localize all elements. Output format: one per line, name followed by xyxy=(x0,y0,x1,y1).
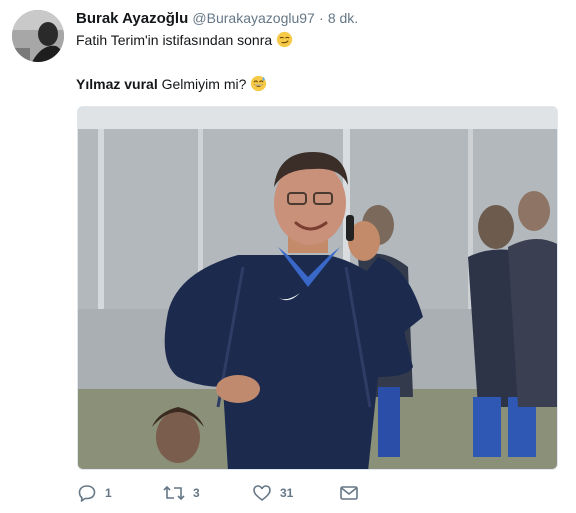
direct-message-button[interactable] xyxy=(339,482,359,504)
heart-icon xyxy=(253,485,271,501)
tweet-photo[interactable] xyxy=(77,106,558,470)
tweet-text-bold: Yılmaz vural xyxy=(76,76,158,92)
like-count: 31 xyxy=(280,486,294,500)
avatar-photo xyxy=(12,10,64,62)
tweet-text-2: Gelmiyim mi? xyxy=(157,76,247,92)
grinning-sweat-face-icon xyxy=(251,75,267,92)
like-button[interactable]: 31 xyxy=(252,482,293,504)
photo-man-on-phone xyxy=(78,107,557,469)
tweet-time[interactable]: 8 dk. xyxy=(328,10,358,26)
envelope-icon xyxy=(340,486,358,500)
user-handle[interactable]: @Burakayazoglu97 xyxy=(192,10,314,26)
reply-button[interactable]: 1 xyxy=(77,482,112,504)
avatar[interactable] xyxy=(12,10,64,62)
display-name[interactable]: Burak Ayazoğlu xyxy=(76,10,188,27)
reply-count: 1 xyxy=(105,486,112,500)
smirk-face-icon xyxy=(277,31,293,48)
tweet-header: Burak Ayazoğlu @Burakayazoglu97 · 8 dk. xyxy=(76,9,564,28)
tweet-text-1: Fatih Terim'in istifasından sonra xyxy=(76,32,273,48)
tweet-text-line-1: Fatih Terim'in istifasından sonra xyxy=(76,31,293,49)
tweet-text-line-2: Yılmaz vural Gelmiyim mi? xyxy=(76,75,267,93)
retweet-button[interactable]: 3 xyxy=(163,482,200,504)
separator-dot: · xyxy=(319,10,324,26)
retweet-icon xyxy=(163,485,185,501)
reply-icon xyxy=(78,485,96,502)
retweet-count: 3 xyxy=(193,486,200,500)
tweet-actions: 1 3 31 xyxy=(77,482,377,504)
